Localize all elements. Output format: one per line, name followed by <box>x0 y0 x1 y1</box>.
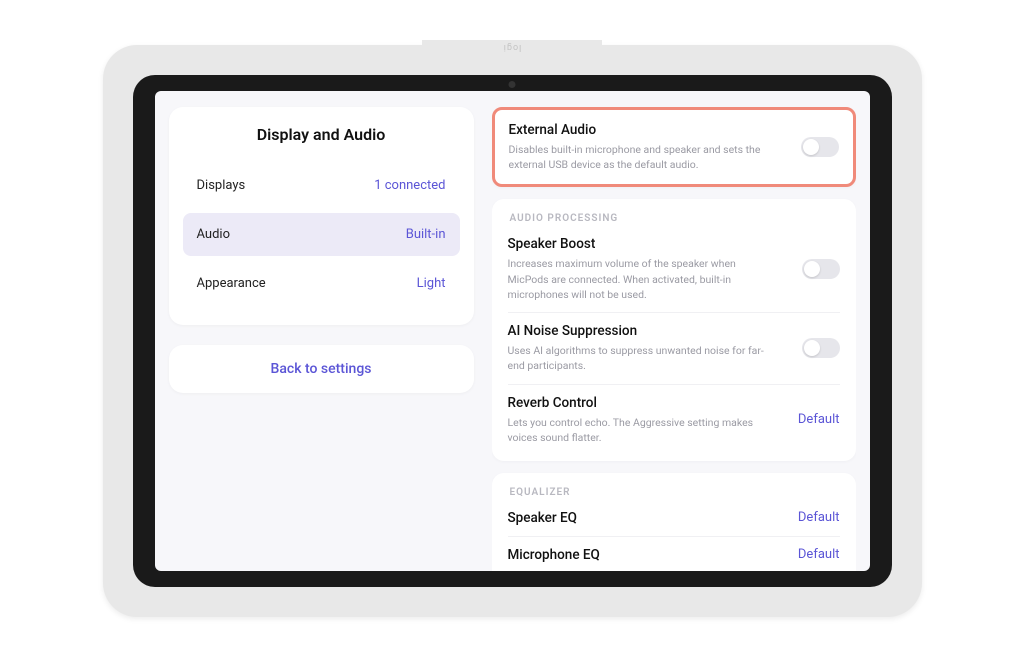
left-panel: Display and Audio Displays 1 connected A… <box>169 107 474 571</box>
nav-item-audio[interactable]: Audio Built-in <box>183 213 460 256</box>
speaker-eq-title: Speaker EQ <box>508 510 784 526</box>
device-bezel: Display and Audio Displays 1 connected A… <box>133 75 892 587</box>
speaker-boost-row: Speaker Boost Increases maximum volume o… <box>508 226 840 312</box>
device-frame: logi Display and Audio Displays 1 connec… <box>103 45 922 617</box>
nav-label: Displays <box>197 178 246 193</box>
right-panel: External Audio Disables built-in microph… <box>492 107 856 571</box>
ai-noise-title: AI Noise Suppression <box>508 323 788 339</box>
row-text: External Audio Disables built-in microph… <box>509 122 787 172</box>
back-to-settings-button[interactable]: Back to settings <box>169 345 474 393</box>
nav-value: Light <box>417 276 446 291</box>
reverb-value: Default <box>798 412 840 427</box>
ai-noise-desc: Uses AI algorithms to suppress unwanted … <box>508 343 768 373</box>
external-audio-toggle[interactable] <box>801 137 839 157</box>
speaker-eq-row[interactable]: Speaker EQ Default <box>508 500 840 536</box>
nav-label: Appearance <box>197 276 266 291</box>
screen: Display and Audio Displays 1 connected A… <box>155 91 870 571</box>
speaker-boost-desc: Increases maximum volume of the speaker … <box>508 256 768 302</box>
audio-processing-section: AUDIO PROCESSING Speaker Boost Increases… <box>492 199 856 461</box>
speaker-eq-value: Default <box>798 510 840 525</box>
microphone-eq-title: Microphone EQ <box>508 547 784 563</box>
nav-label: Audio <box>197 227 230 242</box>
external-audio-section: External Audio Disables built-in microph… <box>492 107 856 187</box>
panel-title: Display and Audio <box>183 125 460 144</box>
group-label-equalizer: EQUALIZER <box>508 481 840 500</box>
nav-item-appearance[interactable]: Appearance Light <box>183 262 460 305</box>
external-audio-desc: Disables built-in microphone and speaker… <box>509 142 769 172</box>
ai-noise-toggle[interactable] <box>802 338 840 358</box>
reverb-desc: Lets you control echo. The Aggressive se… <box>508 415 768 445</box>
microphone-eq-row[interactable]: Microphone EQ Default <box>508 536 840 571</box>
reverb-row[interactable]: Reverb Control Lets you control echo. Th… <box>508 384 840 455</box>
nav-value: Built-in <box>406 227 446 242</box>
device-brand-notch: logi <box>422 40 602 54</box>
external-audio-title: External Audio <box>509 122 787 138</box>
speaker-boost-toggle[interactable] <box>802 259 840 279</box>
group-label-processing: AUDIO PROCESSING <box>508 207 840 226</box>
nav-value: 1 connected <box>374 178 445 193</box>
reverb-title: Reverb Control <box>508 395 784 411</box>
back-label: Back to settings <box>271 361 372 377</box>
front-camera-icon <box>509 81 516 88</box>
settings-scroll[interactable]: External Audio Disables built-in microph… <box>492 107 856 571</box>
brand-label: logi <box>503 42 522 52</box>
settings-card: Display and Audio Displays 1 connected A… <box>169 107 474 325</box>
microphone-eq-value: Default <box>798 547 840 562</box>
nav-item-displays[interactable]: Displays 1 connected <box>183 164 460 207</box>
equalizer-section: EQUALIZER Speaker EQ Default Microphone … <box>492 473 856 571</box>
ai-noise-row: AI Noise Suppression Uses AI algorithms … <box>508 312 840 383</box>
speaker-boost-title: Speaker Boost <box>508 236 788 252</box>
